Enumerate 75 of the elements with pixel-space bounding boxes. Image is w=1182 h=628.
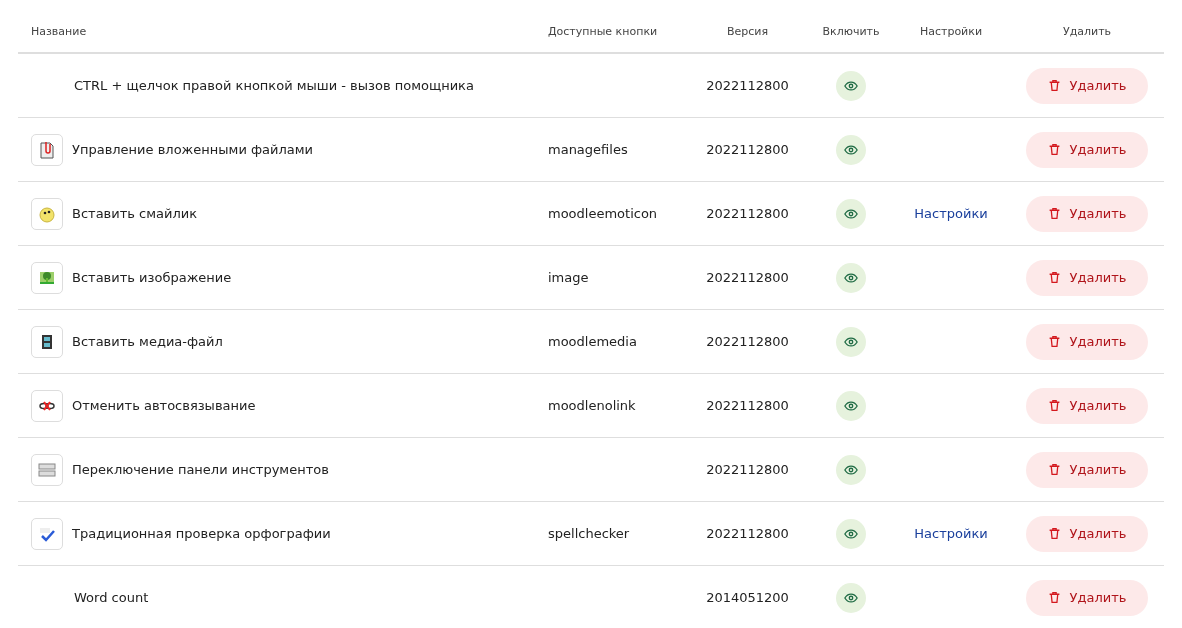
delete-button[interactable]: Удалить <box>1025 451 1149 488</box>
version: 2022112800 <box>705 526 790 541</box>
trash-icon <box>1047 143 1061 156</box>
trash-icon <box>1047 79 1061 92</box>
settings-link[interactable]: Настройки <box>914 206 988 221</box>
plugin-name: CTRL + щелчок правой кнопкой мыши - вызов помощника <box>74 78 474 93</box>
version: 2022112800 <box>705 206 790 221</box>
button-name: moodlenolink <box>547 398 637 413</box>
button-name: moodleemoticon <box>547 206 659 221</box>
visibility-toggle[interactable] <box>836 390 866 421</box>
plugin-name: Вставить медиа-файл <box>72 334 223 349</box>
plugin-icon <box>31 453 63 486</box>
plugin-icon <box>31 325 63 358</box>
eye-icon <box>844 462 858 477</box>
plugin-icon <box>31 197 63 230</box>
plugin-icon <box>31 133 63 166</box>
eye-icon <box>844 270 858 285</box>
trash-icon <box>1047 591 1061 604</box>
column-header: Удалить <box>1061 24 1113 38</box>
version: 2022112800 <box>705 334 790 349</box>
visibility-toggle[interactable] <box>836 454 866 485</box>
plugin-icon <box>31 389 63 422</box>
version: 2022112800 <box>705 398 790 413</box>
column-header: Настройки <box>918 24 984 38</box>
plugin-name: Переключение панели инструментов <box>72 462 329 477</box>
delete-button[interactable]: Удалить <box>1025 131 1149 168</box>
visibility-toggle[interactable] <box>836 70 866 101</box>
plugin-name: Традиционная проверка орфографии <box>72 526 331 541</box>
settings-link[interactable]: Настройки <box>914 526 988 541</box>
eye-icon <box>844 398 858 413</box>
column-header: Версия <box>725 24 770 38</box>
eye-icon <box>844 78 858 93</box>
visibility-toggle[interactable] <box>836 134 866 165</box>
button-name: moodlemedia <box>547 334 638 349</box>
version: 2014051200 <box>705 590 790 605</box>
plugin-name: Управление вложенными файлами <box>72 142 314 157</box>
plugin-name: Вставить изображение <box>72 270 232 285</box>
eye-icon <box>844 590 858 605</box>
visibility-toggle[interactable] <box>836 326 866 357</box>
button-name: image <box>547 270 590 285</box>
visibility-toggle[interactable] <box>836 198 866 229</box>
column-header: Включить <box>821 24 881 38</box>
plugin-name: Отменить автосвязывание <box>72 398 256 413</box>
delete-button[interactable]: Удалить <box>1025 387 1149 424</box>
eye-icon <box>844 206 858 221</box>
trash-icon <box>1047 463 1061 476</box>
visibility-toggle[interactable] <box>836 262 866 293</box>
trash-icon <box>1047 207 1061 220</box>
version: 2022112800 <box>705 462 790 477</box>
trash-icon <box>1047 399 1061 412</box>
plugin-name: Word count <box>74 590 149 605</box>
eye-icon <box>844 334 858 349</box>
delete-button[interactable]: Удалить <box>1025 579 1149 616</box>
delete-button[interactable]: Удалить <box>1025 323 1149 360</box>
delete-button[interactable]: Удалить <box>1025 259 1149 296</box>
plugin-name: Вставить смайлик <box>72 206 198 221</box>
visibility-toggle[interactable] <box>836 518 866 549</box>
column-header: Название <box>30 24 88 38</box>
trash-icon <box>1047 527 1061 540</box>
delete-button[interactable]: Удалить <box>1025 67 1149 104</box>
trash-icon <box>1047 271 1061 284</box>
button-name: spellchecker <box>547 526 631 541</box>
version: 2022112800 <box>705 78 790 93</box>
column-header: Доступные кнопки <box>547 24 659 38</box>
version: 2022112800 <box>705 270 790 285</box>
trash-icon <box>1047 335 1061 348</box>
version: 2022112800 <box>705 142 790 157</box>
visibility-toggle[interactable] <box>836 582 866 613</box>
plugin-icon <box>31 517 63 550</box>
plugin-icon <box>31 261 63 294</box>
delete-button[interactable]: Удалить <box>1025 515 1149 552</box>
button-name: managefiles <box>547 142 629 157</box>
delete-button[interactable]: Удалить <box>1025 195 1149 232</box>
eye-icon <box>844 142 858 157</box>
eye-icon <box>844 526 858 541</box>
